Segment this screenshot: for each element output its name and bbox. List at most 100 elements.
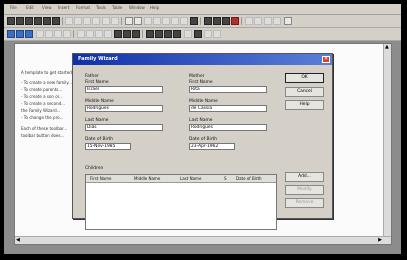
add-child-icon[interactable] [25, 30, 33, 38]
father-middle-name-field[interactable]: Rodrigues [85, 105, 163, 112]
document-map-icon[interactable] [222, 17, 230, 25]
undo-icon[interactable] [102, 17, 110, 25]
ok-button[interactable]: OK [285, 73, 324, 83]
menu-help[interactable]: Help [150, 5, 159, 10]
add-spouse-icon[interactable] [36, 30, 44, 38]
cut-icon[interactable] [65, 17, 73, 25]
mother-dob-field[interactable]: 23-Apr-1962 [189, 143, 235, 150]
toolbar-separator [241, 17, 242, 25]
insert-field-icon[interactable] [144, 17, 152, 25]
vertical-scrollbar[interactable]: ▲ ▼ [383, 44, 391, 244]
add-parents-icon[interactable] [45, 30, 53, 38]
drawing-icon[interactable] [190, 17, 198, 25]
column-header-last-name[interactable]: Last Name [180, 176, 201, 181]
print-icon[interactable] [34, 17, 42, 25]
add-family-icon[interactable] [16, 30, 24, 38]
father-dob-field[interactable]: 15-Nov-1985 [85, 143, 131, 150]
column-header-date-of-birth[interactable]: Date of Birth [236, 176, 262, 181]
open-folder-icon[interactable] [16, 17, 24, 25]
insert-object-icon[interactable] [153, 17, 161, 25]
report-icon[interactable] [213, 30, 221, 38]
scroll-up-icon[interactable]: ▲ [385, 44, 389, 50]
zoom-level-icon[interactable] [254, 17, 262, 25]
help-button[interactable]: Help [285, 100, 324, 110]
modify-child-button[interactable]: Modify [285, 185, 324, 195]
spell-check-icon[interactable] [52, 17, 60, 25]
family-toolbar [4, 28, 401, 41]
first-record-icon[interactable] [95, 30, 103, 38]
document-line: - To create a new family... [21, 80, 73, 85]
replace-icon[interactable] [132, 30, 140, 38]
toolbar-separator [62, 17, 63, 25]
document-line: - To create a son or... [21, 94, 63, 99]
edit-person-icon[interactable] [54, 30, 62, 38]
menu-file[interactable]: File [10, 5, 17, 10]
close-icon[interactable]: ✕ [322, 56, 330, 63]
scroll-right-icon[interactable]: ▶ [378, 237, 382, 243]
check-mark-icon[interactable] [204, 17, 212, 25]
insert-picture-icon[interactable] [162, 17, 170, 25]
scroll-left-icon[interactable]: ◀ [16, 237, 20, 243]
columns-icon[interactable] [134, 17, 142, 25]
format-painter-icon[interactable] [92, 17, 100, 25]
column-header-sex[interactable]: S [224, 176, 227, 181]
properties-icon[interactable] [204, 30, 212, 38]
save-icon[interactable] [25, 17, 33, 25]
move-down-icon[interactable] [86, 30, 94, 38]
insert-chart-icon[interactable] [171, 17, 179, 25]
toolbar-separator [73, 30, 74, 38]
pointer-icon[interactable] [164, 30, 172, 38]
document-line: - To create a second... [21, 101, 65, 106]
menu-view[interactable]: View [42, 5, 52, 10]
last-record-icon[interactable] [104, 30, 112, 38]
menu-window[interactable]: Window [129, 5, 145, 10]
add-child-button[interactable]: Add... [285, 172, 324, 182]
bookmark-icon[interactable] [213, 17, 221, 25]
menu-edit[interactable]: Edit [26, 5, 34, 10]
children-list-header: First Name Middle Name Last Name S Date … [86, 175, 276, 183]
mother-first-name-field[interactable]: Rita [189, 86, 267, 93]
delete-person-icon[interactable] [63, 30, 71, 38]
father-first-name-field[interactable]: Israel [85, 86, 163, 93]
column-header-first-name[interactable]: First Name [90, 176, 112, 181]
insert-frame-icon[interactable] [180, 17, 188, 25]
print-preview-icon[interactable] [43, 17, 51, 25]
copy-icon[interactable] [74, 17, 82, 25]
mother-last-name-field[interactable]: Rodrigues [189, 124, 267, 131]
father-last-name-field[interactable]: Dias [85, 124, 163, 131]
dialog-title-bar[interactable]: Family Wizard ✕ [73, 54, 332, 65]
zoom-out-icon[interactable] [245, 17, 253, 25]
zoom-in-icon[interactable] [264, 17, 272, 25]
horizontal-scrollbar[interactable]: ◀ ▶ [15, 236, 391, 244]
redo-icon[interactable] [111, 17, 119, 25]
find-icon[interactable] [114, 30, 122, 38]
fit-page-icon[interactable] [273, 17, 281, 25]
hand-tool-icon[interactable] [173, 30, 181, 38]
new-document-icon[interactable] [7, 17, 15, 25]
children-group-label: Children [85, 166, 104, 171]
menu-format[interactable]: Format [76, 5, 90, 10]
zoom-in-magnifier-icon[interactable] [146, 30, 154, 38]
father-first-name-label: First Name [85, 80, 109, 85]
remove-child-button[interactable]: Remove [285, 198, 324, 208]
move-up-icon[interactable] [77, 30, 85, 38]
show-hide-icon[interactable] [231, 17, 239, 25]
table-icon[interactable] [125, 17, 133, 25]
mother-middle-name-field[interactable]: de Cassia [189, 105, 267, 112]
document-heading: A template to get started [21, 70, 72, 75]
father-group-label: Father [85, 74, 99, 79]
paste-icon[interactable] [83, 17, 91, 25]
information-icon[interactable] [194, 30, 202, 38]
add-person-icon[interactable] [7, 30, 15, 38]
menu-tools[interactable]: Tools [96, 5, 106, 10]
mother-first-name-label: First Name [189, 80, 213, 85]
zoom-out-magnifier-icon[interactable] [155, 30, 163, 38]
help-icon[interactable] [284, 17, 292, 25]
menu-table[interactable]: Table [112, 5, 122, 10]
cancel-button[interactable]: Cancel [285, 87, 324, 97]
refresh-icon[interactable] [184, 30, 192, 38]
children-list[interactable]: First Name Middle Name Last Name S Date … [85, 174, 277, 230]
menu-insert[interactable]: Insert [58, 5, 69, 10]
column-header-middle-name[interactable]: Middle Name [134, 176, 160, 181]
binoculars-icon[interactable] [123, 30, 131, 38]
